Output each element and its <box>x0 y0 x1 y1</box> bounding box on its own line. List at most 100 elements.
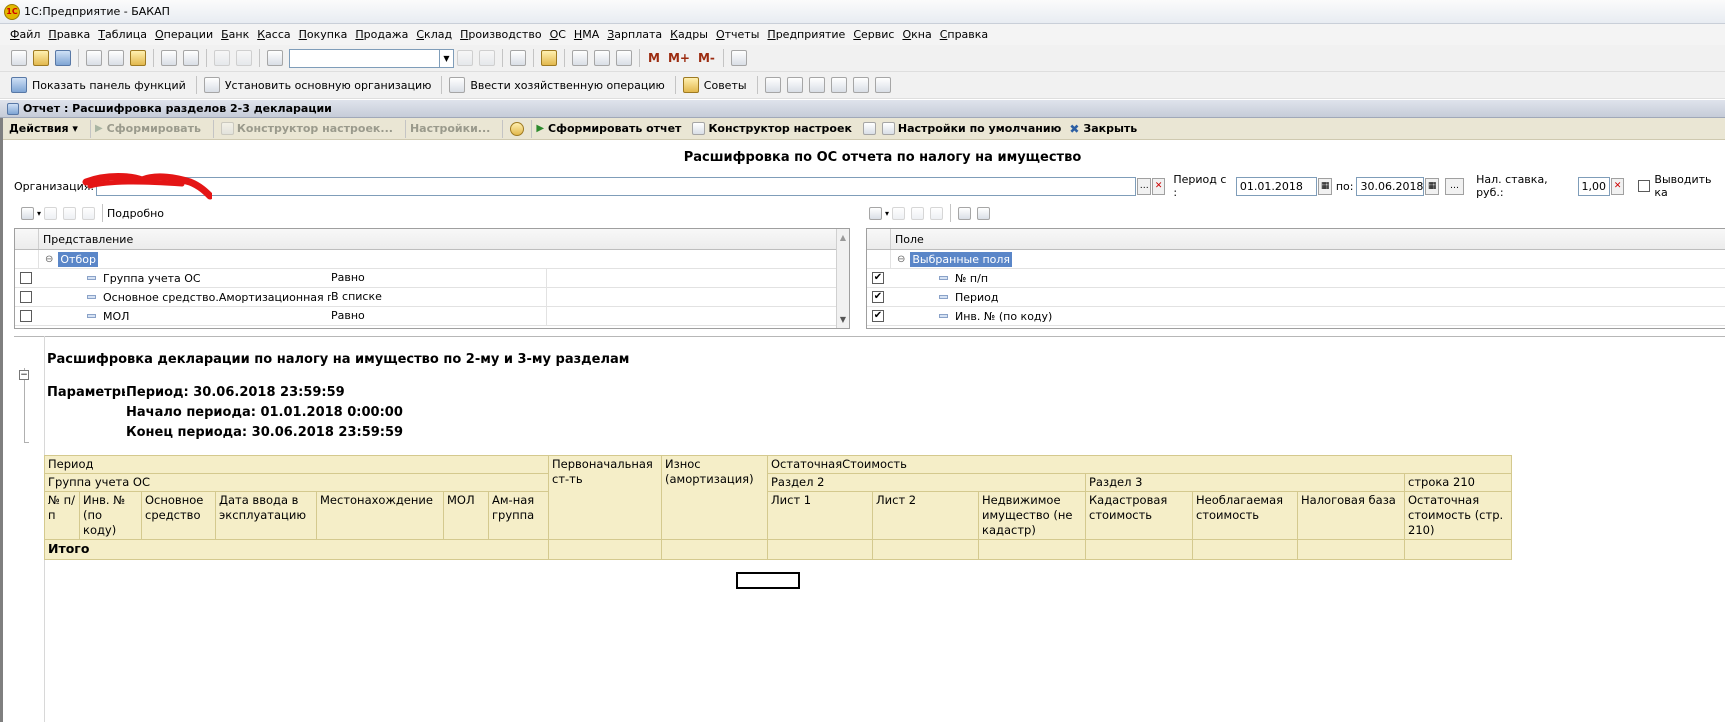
delete-field-icon[interactable] <box>892 206 906 220</box>
menu-item[interactable]: Кадры <box>670 28 708 41</box>
cut-icon[interactable] <box>86 50 102 66</box>
filter-row-checkbox[interactable] <box>20 272 32 284</box>
menu-item[interactable]: Отчеты <box>716 28 759 41</box>
open-folder-icon[interactable] <box>33 50 49 66</box>
menu-item[interactable]: Таблица <box>98 28 147 41</box>
set-org-button[interactable]: Установить основную организацию <box>225 79 432 92</box>
menu-item[interactable]: Операции <box>155 28 213 41</box>
print-icon[interactable] <box>161 50 177 66</box>
period-select-button[interactable]: … <box>1444 177 1465 195</box>
users-icon[interactable] <box>616 50 632 66</box>
chevron-down-icon[interactable]: ▼ <box>439 49 453 67</box>
menu-item[interactable]: Покупка <box>299 28 348 41</box>
menu-item[interactable]: Зарплата <box>607 28 662 41</box>
copy-icon[interactable] <box>108 50 124 66</box>
collapse-icon[interactable]: ⊖ <box>897 254 905 265</box>
add-field-icon[interactable] <box>869 206 882 220</box>
org-input[interactable]: " <box>96 176 1137 196</box>
filter-scrollbar[interactable]: ▲ ▼ <box>836 229 849 328</box>
detail-button[interactable]: Подробно <box>107 207 164 220</box>
rate-clear-button[interactable]: ✕ <box>1610 177 1625 195</box>
redo-icon[interactable] <box>236 50 252 66</box>
menu-item[interactable]: Сервис <box>853 28 894 41</box>
uncheck-all-icon[interactable] <box>977 206 991 220</box>
menu-item[interactable]: Банк <box>221 28 249 41</box>
report-icon-3[interactable] <box>808 77 825 93</box>
add-row-icon[interactable] <box>21 206 34 220</box>
filter-group-row[interactable]: ⊖ Отбор <box>15 250 849 269</box>
memory-button[interactable]: M <box>648 51 660 65</box>
rate-input[interactable]: 1,00 <box>1577 176 1610 196</box>
period-to-input[interactable]: 30.06.2018 <box>1356 176 1425 196</box>
constructor-button[interactable]: Конструктор настроек <box>689 122 852 135</box>
move-up-icon[interactable] <box>63 206 77 220</box>
enter-operation-button[interactable]: Ввести хозяйственную операцию <box>470 79 664 92</box>
menu-item[interactable]: Справка <box>940 28 988 41</box>
fields-group-row[interactable]: ⊖ Выбранные поля <box>867 250 1725 269</box>
settings-save-icon[interactable] <box>862 122 876 135</box>
field-row-checkbox[interactable]: ✔ <box>872 272 884 284</box>
print-preview-icon[interactable] <box>183 50 199 66</box>
report-icon-1[interactable] <box>764 77 781 93</box>
org-select-button[interactable]: … <box>1137 177 1151 195</box>
menu-item[interactable]: ОС <box>550 28 566 41</box>
filter-row[interactable]: Группа учета ОС Равно <box>15 269 849 288</box>
field-row[interactable]: ✔ № п/п <box>867 269 1725 288</box>
settings-load-icon[interactable] <box>881 122 895 135</box>
search-prev-icon[interactable] <box>479 50 495 66</box>
paste-icon[interactable] <box>130 50 146 66</box>
show-panel-button[interactable]: Показать панель функций <box>32 79 186 92</box>
report-icon-4[interactable] <box>830 77 847 93</box>
memory-add-button[interactable]: M+ <box>668 51 690 65</box>
filter-row-checkbox[interactable] <box>20 310 32 322</box>
menu-item[interactable]: Продажа <box>355 28 408 41</box>
calendar-icon[interactable] <box>594 50 610 66</box>
field-row[interactable]: ✔ Инв. № (по коду) <box>867 307 1725 326</box>
undo-icon[interactable] <box>214 50 230 66</box>
search-icon[interactable] <box>267 50 283 66</box>
menu-item[interactable]: Файл <box>10 28 40 41</box>
selected-cell[interactable] <box>736 572 800 589</box>
field-row-checkbox[interactable]: ✔ <box>872 291 884 303</box>
calendar-icon[interactable]: ▦ <box>1425 177 1439 195</box>
menu-item[interactable]: Склад <box>416 28 452 41</box>
search-next-icon[interactable] <box>457 50 473 66</box>
filter-row[interactable]: МОЛ Равно <box>15 307 849 326</box>
menu-item[interactable]: Касса <box>257 28 290 41</box>
new-document-icon[interactable] <box>11 50 27 66</box>
tools-icon[interactable] <box>730 50 747 66</box>
field-row-checkbox[interactable]: ✔ <box>872 310 884 322</box>
save-icon[interactable] <box>55 50 71 66</box>
defaults-button[interactable]: Настройки по умолчанию <box>898 122 1061 135</box>
search-input[interactable]: ▼ <box>289 48 454 68</box>
menu-item[interactable]: Правка <box>48 28 90 41</box>
form-disabled-button[interactable]: ▶ Сформировать <box>95 122 201 135</box>
check-all-icon[interactable] <box>958 206 972 220</box>
filter-row-checkbox[interactable] <box>20 291 32 303</box>
output-checkbox[interactable] <box>1638 180 1651 192</box>
form-report-button[interactable]: ▶ Сформировать отчет <box>536 122 681 135</box>
move-up-icon[interactable] <box>911 206 925 220</box>
filter-row[interactable]: Основное средство.Амортизационная гр... В… <box>15 288 849 307</box>
constructor-disabled-button[interactable]: Конструктор настроек... <box>218 122 393 135</box>
report-icon-5[interactable] <box>852 77 869 93</box>
report-icon-2[interactable] <box>786 77 803 93</box>
menu-item[interactable]: НМА <box>574 28 599 41</box>
info-icon[interactable] <box>541 50 557 66</box>
close-button[interactable]: ✖ Закрыть <box>1069 122 1137 136</box>
move-down-icon[interactable] <box>82 206 96 220</box>
period-from-input[interactable]: 01.01.2018 <box>1235 176 1318 196</box>
memory-subtract-button[interactable]: M- <box>698 51 715 65</box>
delete-row-icon[interactable] <box>44 206 58 220</box>
tips-button[interactable]: Советы <box>704 79 747 92</box>
group-collapse-icon[interactable]: − <box>19 370 29 380</box>
actions-menu-button[interactable]: Действия ▾ <box>9 122 78 135</box>
field-row[interactable]: ✔ Период <box>867 288 1725 307</box>
org-clear-button[interactable]: ✕ <box>1151 177 1166 195</box>
menu-item[interactable]: Производство <box>460 28 541 41</box>
calendar-icon[interactable]: ▦ <box>1318 177 1332 195</box>
calculator-icon[interactable] <box>572 50 588 66</box>
settings-disabled-button[interactable]: Настройки... <box>410 122 490 135</box>
help-icon[interactable] <box>510 121 525 136</box>
menu-item[interactable]: Предприятие <box>767 28 845 41</box>
